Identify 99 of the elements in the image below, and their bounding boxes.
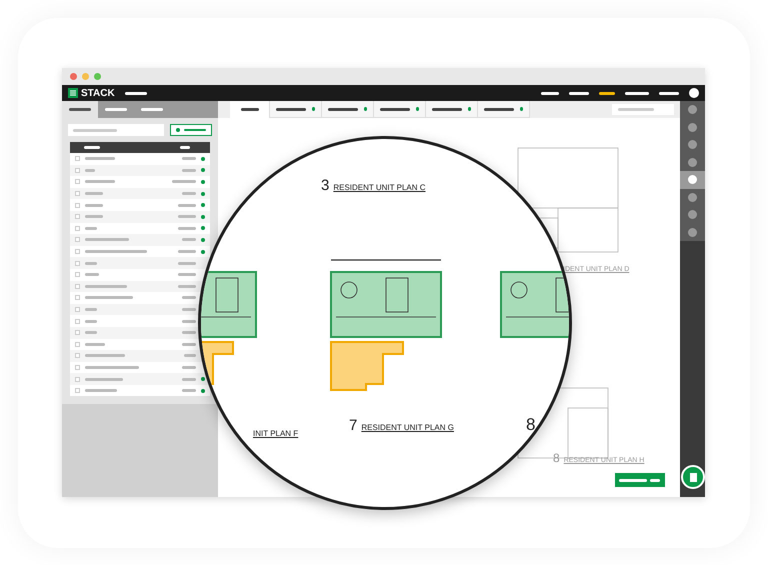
greeked-text: [85, 389, 117, 392]
nav-item[interactable]: [541, 92, 559, 94]
close-button[interactable]: [70, 73, 77, 80]
checkbox[interactable]: [75, 330, 80, 336]
greeked-text: [178, 215, 196, 218]
greeked-text: [172, 180, 196, 184]
checkbox[interactable]: [75, 342, 80, 347]
sheet-tab[interactable]: [322, 101, 374, 118]
greeked-text: [182, 366, 196, 369]
checkbox[interactable]: [75, 295, 80, 300]
minimize-button[interactable]: [82, 73, 89, 80]
nav-item[interactable]: [599, 92, 615, 94]
greeked-text: [85, 366, 139, 369]
plan-number: 7: [349, 417, 358, 434]
greeked-text: [182, 331, 196, 334]
greeked-text: [85, 320, 97, 323]
checkbox[interactable]: [75, 388, 80, 394]
greeked-text: [182, 308, 196, 312]
greeked-text: [85, 238, 129, 242]
rail-button[interactable]: [680, 171, 705, 188]
checkbox[interactable]: [75, 284, 80, 289]
greeked-text: [85, 308, 97, 312]
checkbox[interactable]: [75, 202, 80, 208]
greeked-text: [182, 192, 196, 196]
greeked-text: [178, 250, 196, 254]
checkbox[interactable]: [75, 364, 80, 370]
checkbox[interactable]: [75, 353, 80, 358]
greeked-text: [85, 157, 115, 160]
greeked-text: [85, 296, 133, 300]
furniture-drawing: [201, 278, 252, 318]
nav-item[interactable]: [659, 92, 679, 94]
sheet-tab[interactable]: [478, 101, 530, 118]
checkbox[interactable]: [75, 249, 80, 254]
plan-number: 8: [526, 415, 536, 435]
chat-icon: [689, 472, 697, 482]
greeked-text: [182, 320, 196, 323]
greeked-text: [178, 284, 196, 288]
logo-icon: [68, 88, 78, 98]
greeked-text: [182, 168, 196, 172]
search-field[interactable]: [68, 124, 164, 136]
greeked-text: [182, 296, 196, 300]
greeked-text: [85, 262, 97, 265]
greeked-text: [182, 342, 196, 346]
greeked-text: [178, 262, 196, 265]
plan-number: 3: [321, 177, 330, 194]
checkbox[interactable]: [75, 272, 80, 278]
greeked-text: [182, 157, 196, 160]
plan-number: 8: [553, 451, 560, 465]
sheet-tab[interactable]: [374, 101, 426, 118]
logo-text: STACK: [81, 88, 115, 98]
greeked-text: [85, 378, 123, 381]
greeked-text: [124, 92, 147, 94]
greeked-text: [184, 354, 196, 358]
greeked-text: [85, 168, 95, 172]
greeked-text: [85, 342, 105, 346]
checkbox[interactable]: [75, 191, 80, 196]
panel-tab[interactable]: [62, 101, 98, 118]
checkbox[interactable]: [75, 168, 80, 173]
greeked-text: [85, 273, 99, 276]
checkbox[interactable]: [75, 226, 80, 231]
greeked-text: [85, 331, 97, 334]
plan-title: RESIDENT UNIT PLAN G: [361, 423, 454, 432]
filter-button[interactable]: [170, 124, 212, 136]
greeked-text: [178, 204, 196, 207]
furniture-drawing: [506, 278, 569, 318]
sheet-tab[interactable]: [426, 101, 478, 118]
sheet-tab[interactable]: [270, 101, 322, 118]
greeked-text: [85, 204, 103, 207]
avatar-icon[interactable]: [689, 88, 699, 98]
greeked-text: [85, 354, 125, 358]
action-button[interactable]: [615, 473, 665, 487]
sheet-tab[interactable]: [230, 101, 270, 118]
plan-title: RESIDENT UNIT PLAN C: [333, 183, 426, 192]
nav-item[interactable]: [569, 92, 589, 94]
greeked-text: [182, 378, 196, 381]
nav-item[interactable]: [625, 92, 649, 94]
greeked-text: [178, 273, 196, 276]
checkbox[interactable]: [75, 179, 80, 184]
greeked-text: [178, 226, 196, 230]
greeked-text: [85, 180, 115, 184]
maximize-button[interactable]: [94, 73, 101, 80]
checkbox[interactable]: [75, 318, 80, 324]
greeked-text: [182, 238, 196, 242]
greeked-text: [85, 226, 97, 230]
plan-title: INIT PLAN F: [253, 429, 298, 438]
checkbox[interactable]: [75, 156, 80, 162]
checkbox[interactable]: [75, 237, 80, 242]
checkbox[interactable]: [75, 214, 80, 220]
greeked-text: [85, 215, 103, 218]
greeked-text: [85, 284, 127, 288]
greeked-text: [85, 192, 103, 196]
checkbox[interactable]: [75, 260, 80, 266]
greeked-text: [85, 250, 147, 254]
room-highlight: [201, 271, 257, 338]
greeked-text: [182, 389, 196, 392]
room-highlight: [500, 271, 569, 338]
checkbox[interactable]: [75, 376, 80, 382]
checkbox[interactable]: [75, 307, 80, 312]
sheet-select[interactable]: [612, 104, 674, 115]
